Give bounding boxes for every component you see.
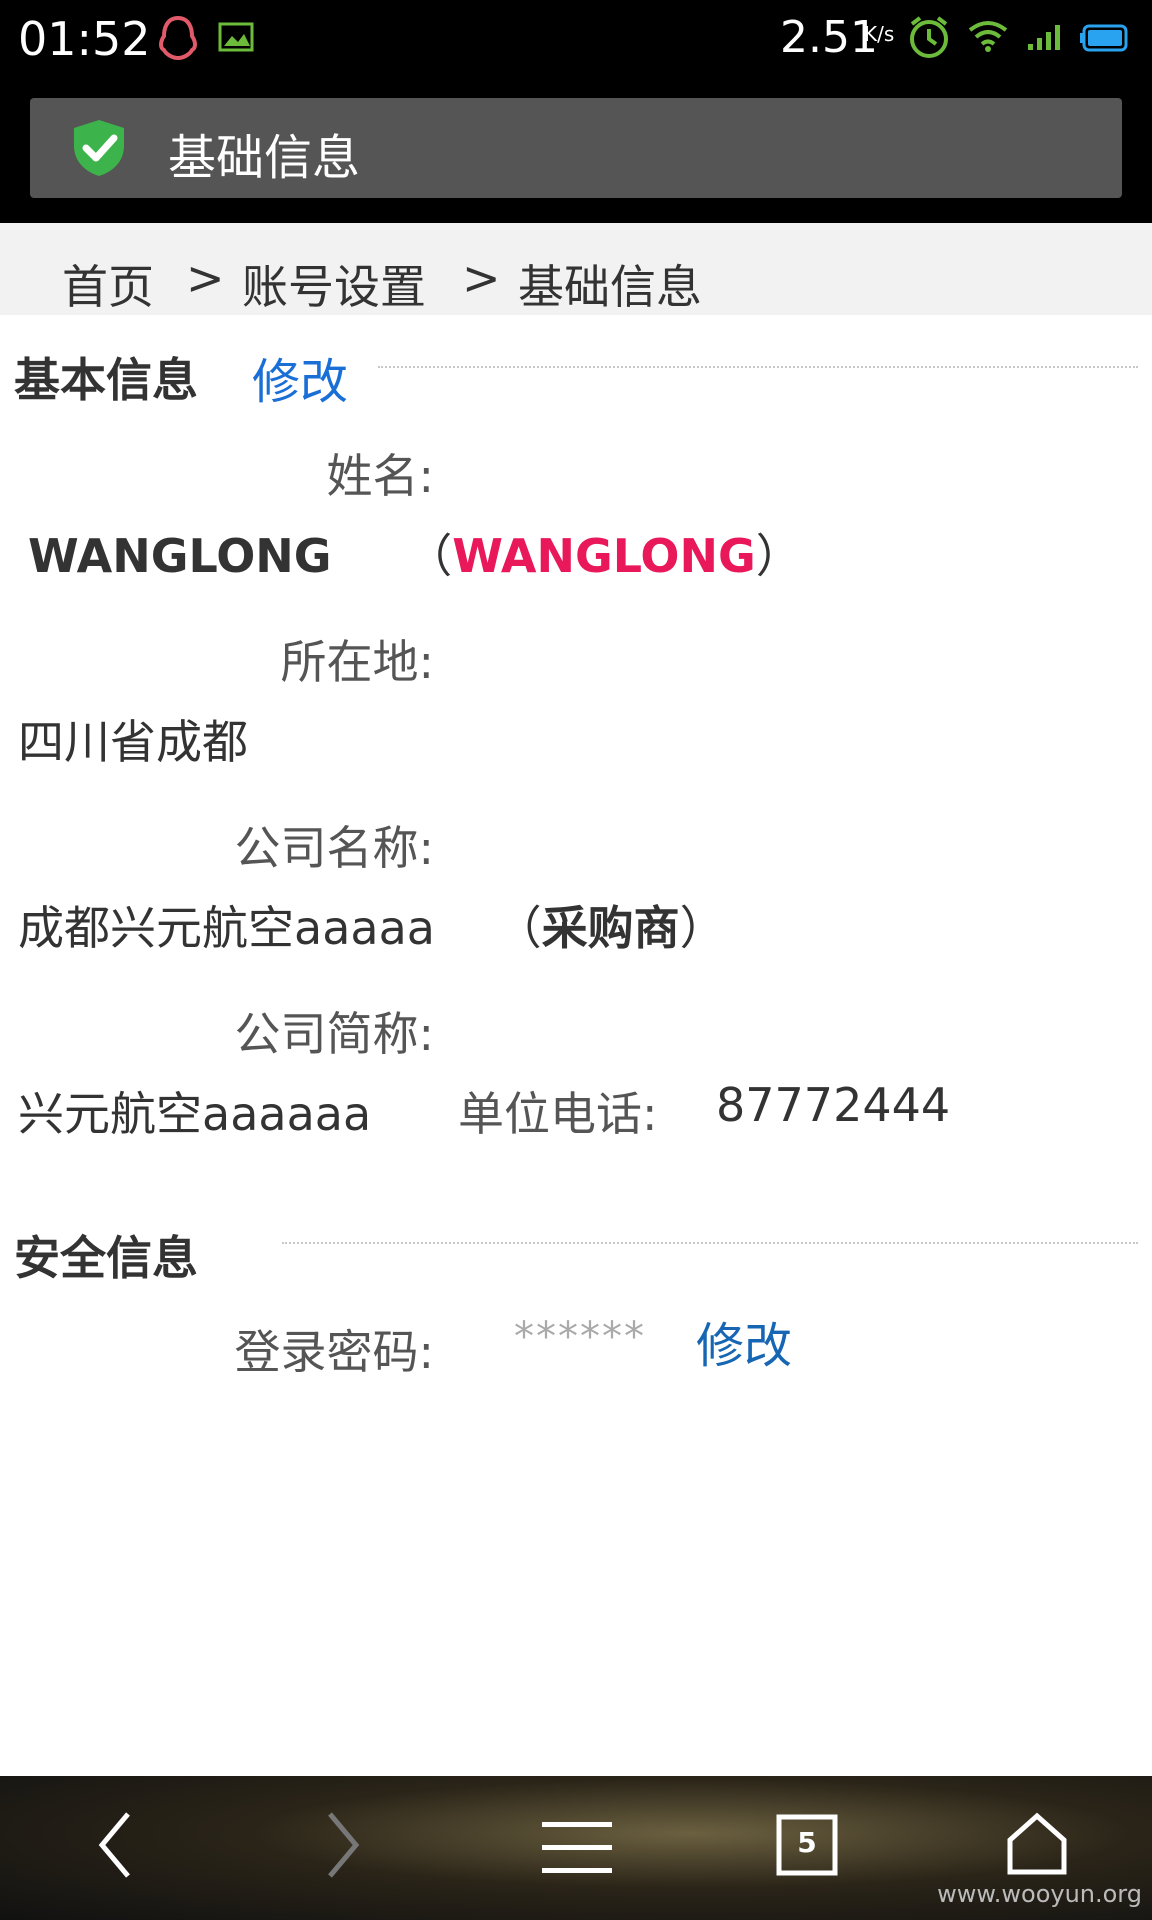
app-title-bar: 基础信息 xyxy=(30,98,1122,198)
company-name-value: 成都兴元航空aaaaa xyxy=(18,901,435,955)
battery-icon xyxy=(1080,24,1128,56)
name-label: 姓名: xyxy=(326,449,435,503)
company-name-row: 成都兴元航空aaaaa （采购商） xyxy=(18,892,726,958)
clock: 01:52 xyxy=(18,12,151,66)
breadcrumb: 首页 > 账号设置 > 基础信息 xyxy=(0,223,1152,315)
home-icon[interactable] xyxy=(1006,1812,1068,1880)
network-speed-unit: K/s xyxy=(864,22,895,46)
qq-icon xyxy=(156,14,200,66)
name-paren-close: ） xyxy=(755,529,802,583)
watermark: www.wooyun.org xyxy=(937,1880,1142,1908)
company-name-label: 公司名称: xyxy=(234,821,435,875)
edit-basic-info-link[interactable]: 修改 xyxy=(252,342,348,412)
security-info-title: 安全信息 xyxy=(14,1231,198,1285)
name-alt-value: WANGLONG xyxy=(452,529,756,583)
browser-bottom-bar: 5 www.wooyun.org xyxy=(0,1776,1152,1920)
signal-icon xyxy=(1026,22,1066,56)
company-short-value: 兴元航空aaaaaa xyxy=(18,1087,372,1141)
company-type-paren-open: （ xyxy=(495,901,542,955)
section-divider xyxy=(378,366,1138,368)
location-value: 四川省成都 xyxy=(18,715,248,769)
status-bar: 01:52 2.51 K/s 基础信息 xyxy=(0,0,1152,223)
forward-icon[interactable] xyxy=(322,1810,362,1884)
name-row: WANGLONG （WANGLONG） xyxy=(28,520,802,586)
location-label: 所在地: xyxy=(280,635,435,689)
company-type-value: 采购商 xyxy=(541,901,680,955)
breadcrumb-current: 基础信息 xyxy=(518,260,702,314)
password-value: ****** xyxy=(514,1314,646,1360)
password-label: 登录密码: xyxy=(234,1325,435,1379)
company-type-paren-close: ） xyxy=(679,901,726,955)
tabs-button[interactable]: 5 xyxy=(776,1814,838,1880)
phone-value: 87772444 xyxy=(716,1078,951,1132)
shield-check-icon xyxy=(70,118,128,182)
breadcrumb-separator: > xyxy=(462,251,501,305)
company-short-label: 公司简称: xyxy=(234,1007,435,1061)
app-title: 基础信息 xyxy=(168,130,361,186)
wifi-icon xyxy=(966,18,1010,58)
basic-info-title: 基本信息 xyxy=(14,353,198,407)
tab-count: 5 xyxy=(797,1826,817,1859)
menu-icon[interactable] xyxy=(542,1820,612,1880)
alarm-icon xyxy=(906,14,952,64)
section-divider xyxy=(282,1242,1138,1244)
phone-label: 单位电话: xyxy=(458,1087,658,1141)
name-value: WANGLONG xyxy=(28,529,332,583)
breadcrumb-account-settings[interactable]: 账号设置 xyxy=(242,251,426,317)
breadcrumb-home[interactable]: 首页 xyxy=(62,251,154,317)
back-icon[interactable] xyxy=(96,1810,136,1884)
name-paren-open: （ xyxy=(406,529,453,583)
image-icon xyxy=(218,22,254,56)
breadcrumb-separator: > xyxy=(186,251,225,305)
edit-password-link[interactable]: 修改 xyxy=(696,1306,792,1376)
